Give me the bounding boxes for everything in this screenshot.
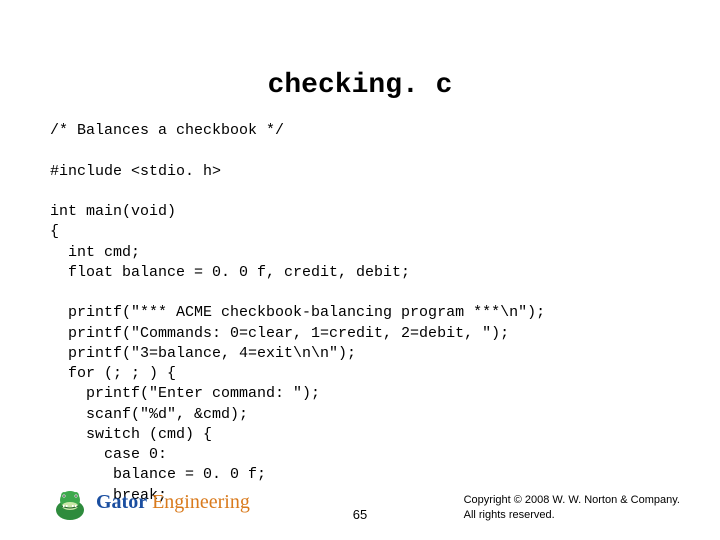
slide: checking. c /* Balances a checkbook */ #… — [0, 0, 720, 540]
copyright-line-1: Copyright © 2008 W. W. Norton & Company. — [464, 493, 680, 507]
copyright-line-2: All rights reserved. — [464, 508, 680, 522]
copyright: Copyright © 2008 W. W. Norton & Company.… — [464, 493, 680, 522]
slide-title: checking. c — [50, 70, 670, 101]
code-block: /* Balances a checkbook */ #include <std… — [50, 121, 670, 506]
brand-block: Gator Engineering — [50, 482, 250, 522]
gator-icon — [50, 482, 90, 522]
brand-text: Gator Engineering — [96, 491, 250, 514]
brand-word-1: Gator — [96, 491, 147, 513]
brand-word-2: Engineering — [147, 491, 250, 513]
page-number: 65 — [353, 507, 367, 522]
